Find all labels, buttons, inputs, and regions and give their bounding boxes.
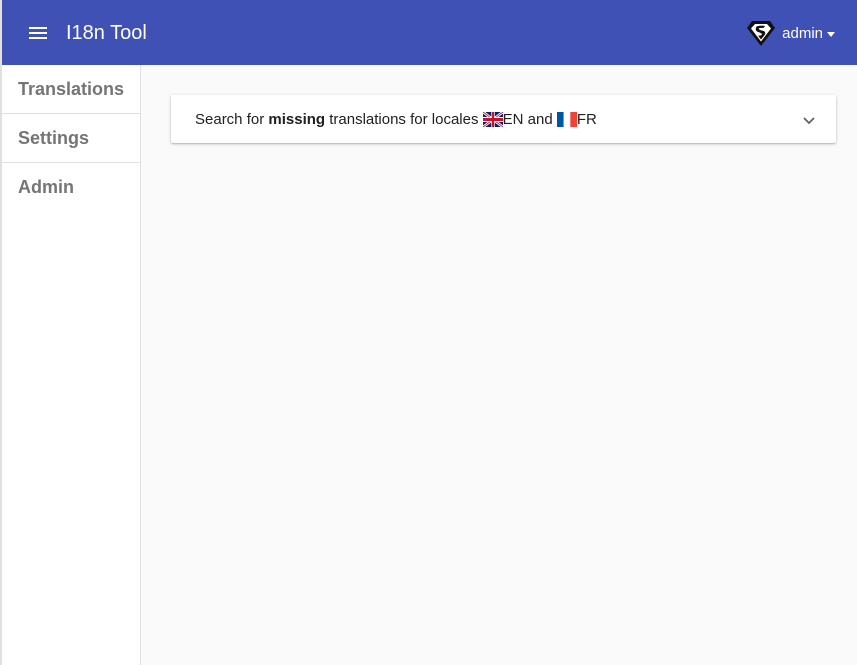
chevron-down-icon[interactable] bbox=[802, 113, 816, 127]
app-title: I18n Tool bbox=[66, 22, 147, 44]
sidebar: Translations Settings Admin bbox=[2, 65, 141, 665]
superman-shield-icon bbox=[747, 21, 776, 46]
menu-icon[interactable] bbox=[26, 22, 50, 44]
france-flag-icon bbox=[556, 111, 577, 127]
sidebar-item-settings[interactable]: Settings bbox=[2, 114, 140, 163]
sidebar-item-admin[interactable]: Admin bbox=[2, 163, 140, 212]
user-name: admin bbox=[782, 24, 823, 42]
caret-down-icon bbox=[827, 31, 835, 37]
user-menu[interactable]: admin bbox=[746, 17, 835, 49]
uk-flag-icon bbox=[482, 111, 503, 127]
search-missing-panel[interactable]: Search for missing translations for loca… bbox=[171, 95, 836, 143]
panel-header-text: Search for missing translations for loca… bbox=[195, 110, 597, 128]
app-bar: I18n Tool admin bbox=[2, 0, 857, 65]
sidebar-item-translations[interactable]: Translations bbox=[2, 65, 140, 114]
